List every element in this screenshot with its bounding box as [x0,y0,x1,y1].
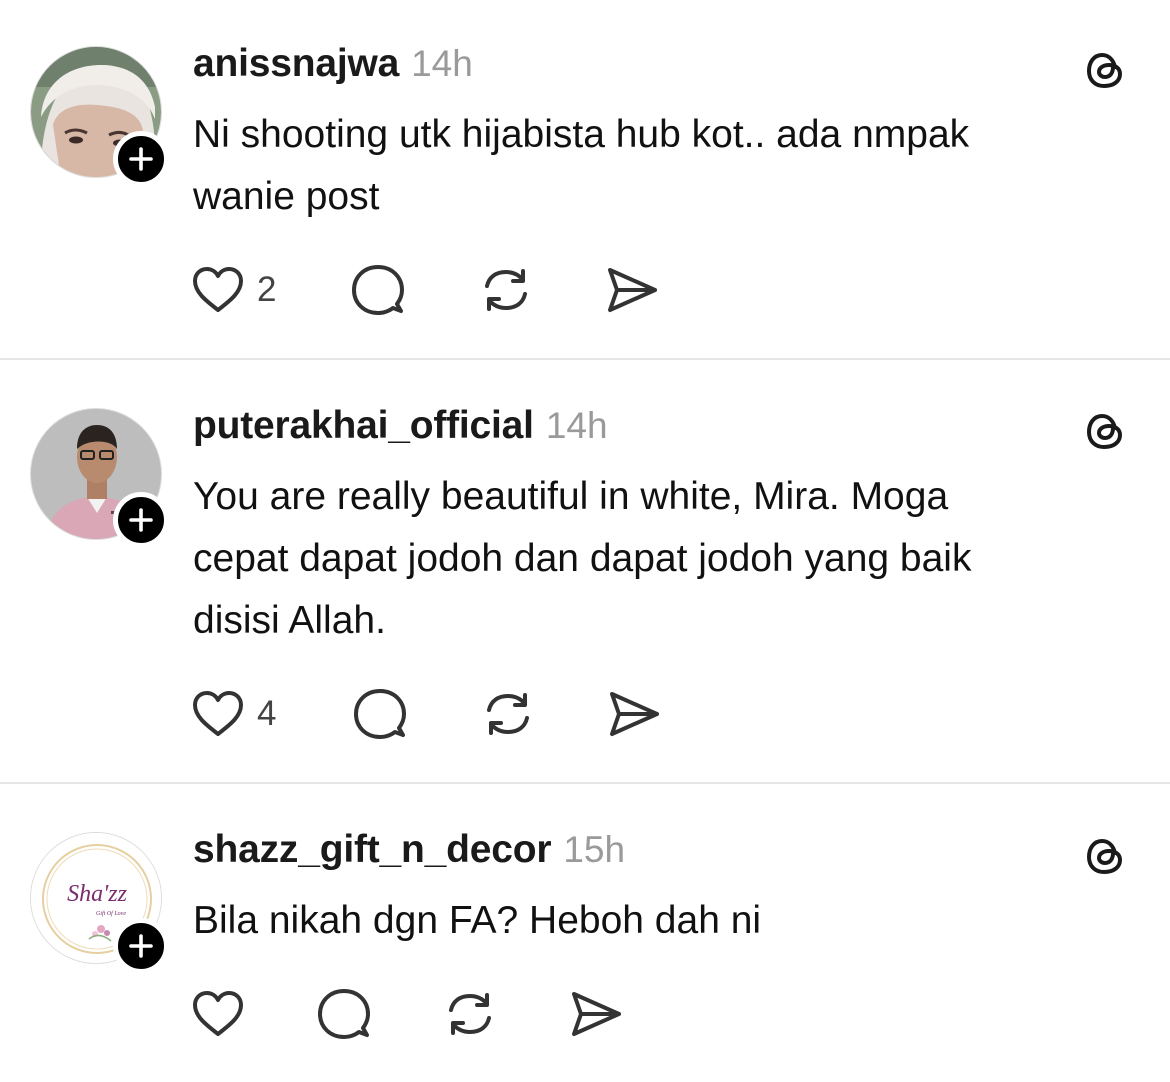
reply-button[interactable] [351,262,405,318]
post-text-line: Bila nikah dgn FA? Heboh dah ni [193,899,762,942]
post-1: anissnajwa 14h Ni shooting utk hijabista… [0,0,1170,358]
send-icon [608,268,657,312]
post-text-line: cepat dapat jodoh dan dapat jodoh yang b… [193,537,972,580]
post-text-line: disisi Allah. [193,599,386,642]
username[interactable]: puterakhai_official [193,404,534,448]
comment-icon [318,989,370,1039]
post-text-line: wanie post [193,175,380,218]
repost-button[interactable] [481,686,535,742]
repost-button[interactable] [479,262,533,318]
logo-text: Sha'zz [67,881,127,907]
like-count: 2 [257,270,277,309]
threads-icon[interactable] [1082,832,1130,880]
heart-icon [193,267,243,312]
post-text-line: You are really beautiful in white, Mira.… [193,475,949,518]
post-text-line: Ni shooting utk hijabista hub kot.. ada … [193,113,970,156]
post-header: anissnajwa 14h [193,42,473,88]
threads-icon[interactable] [1082,46,1130,94]
username[interactable]: shazz_gift_n_decor [193,828,552,872]
like-count: 4 [257,694,277,733]
post-3: Sha'zz Gift Of Love shazz_gift_n_decor 1… [0,784,1170,1082]
post-text: Bila nikah dgn FA? Heboh dah ni [193,890,1143,952]
heart-icon [193,991,243,1036]
post-text: You are really beautiful in white, Mira.… [193,466,1143,652]
timestamp: 14h [545,405,608,446]
follow-button[interactable] [113,131,169,187]
post-header: puterakhai_official 14h [193,404,608,450]
post-2: puterakhai_official 14h You are really b… [0,360,1170,782]
username[interactable]: anissnajwa [193,42,399,86]
timestamp: 15h [563,829,626,870]
plus-icon [129,934,153,958]
comment-icon [352,265,404,315]
share-button[interactable] [605,262,659,318]
logo-subtext: Gift Of Love [96,910,126,917]
plus-icon [129,147,153,171]
follow-button[interactable] [113,918,169,974]
plus-icon [129,508,153,532]
reply-button[interactable] [353,686,407,742]
follow-button[interactable] [113,492,169,548]
repost-icon [485,269,527,311]
post-text: Ni shooting utk hijabista hub kot.. ada … [193,104,1143,228]
comment-icon [354,689,406,739]
send-icon [610,692,659,736]
share-button[interactable] [607,686,661,742]
like-button[interactable]: 2 [191,262,276,318]
post-header: shazz_gift_n_decor 15h [193,828,625,874]
reply-button[interactable] [317,986,371,1042]
like-button[interactable] [191,986,245,1042]
threads-icon[interactable] [1082,407,1130,455]
repost-icon [487,693,529,735]
share-button[interactable] [569,986,623,1042]
heart-icon [193,691,243,736]
like-button[interactable]: 4 [191,686,276,742]
repost-icon [449,993,491,1035]
repost-button[interactable] [443,986,497,1042]
send-icon [572,992,621,1036]
timestamp: 14h [411,43,473,84]
